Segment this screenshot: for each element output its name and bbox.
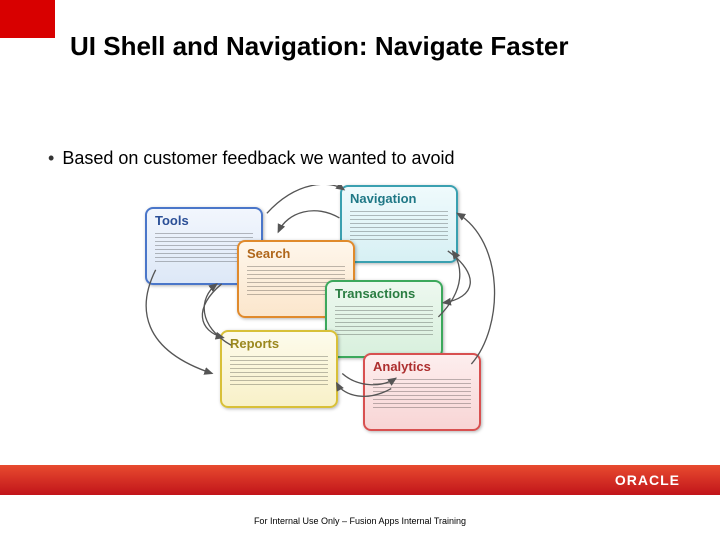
oracle-logo: ORACLE	[615, 472, 680, 488]
page-title: UI Shell and Navigation: Navigate Faster	[70, 30, 670, 63]
card-analytics: Analytics	[363, 353, 481, 431]
card-navigation: Navigation	[340, 185, 458, 263]
card-lines-icon	[230, 354, 328, 385]
card-lines-icon	[373, 377, 471, 408]
bullet-item: • Based on customer feedback we wanted to…	[48, 148, 455, 169]
brand-block	[0, 0, 55, 38]
card-transactions: Transactions	[325, 280, 443, 358]
card-label: Transactions	[335, 286, 433, 301]
footer-bar: ORACLE	[0, 465, 720, 495]
card-label: Analytics	[373, 359, 471, 374]
bullet-dot-icon: •	[48, 148, 54, 169]
card-lines-icon	[350, 209, 448, 240]
card-label: Navigation	[350, 191, 448, 206]
card-label: Search	[247, 246, 345, 261]
card-reports: Reports	[220, 330, 338, 408]
card-lines-icon	[335, 304, 433, 335]
cards-diagram: Tools Navigation Search Transactions Rep…	[145, 185, 515, 430]
card-label: Reports	[230, 336, 328, 351]
bullet-text: Based on customer feedback we wanted to …	[62, 148, 454, 168]
footer-text: For Internal Use Only – Fusion Apps Inte…	[0, 516, 720, 526]
card-label: Tools	[155, 213, 253, 228]
